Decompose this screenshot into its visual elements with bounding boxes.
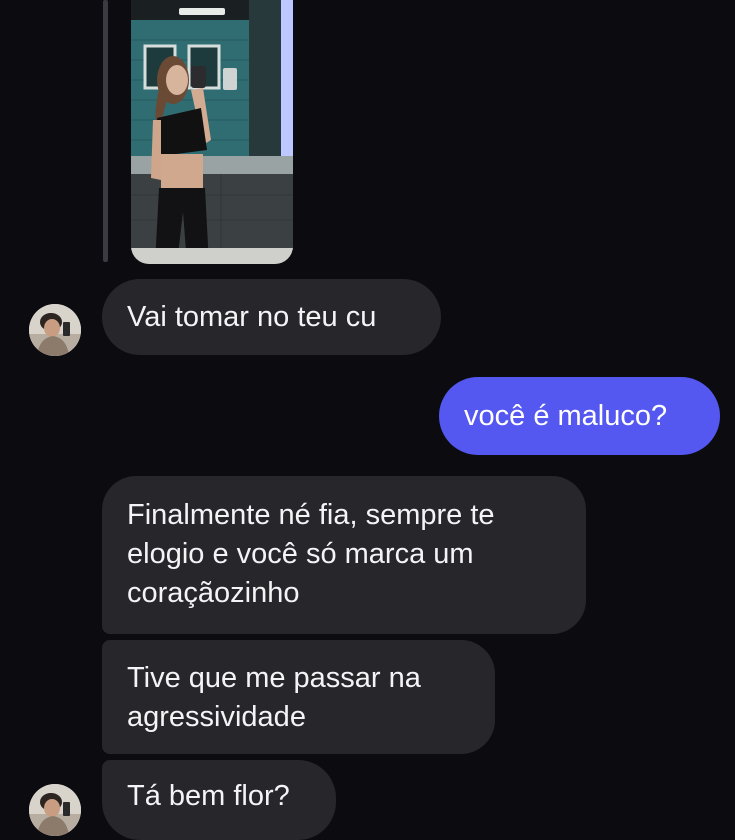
message-bubble-incoming[interactable]: Tá bem flor? — [102, 760, 336, 840]
contact-avatar[interactable] — [29, 304, 81, 356]
chat-thread: Vai tomar no teu cu você é maluco? Final… — [0, 0, 735, 840]
message-text: Tá bem flor? — [127, 780, 290, 812]
shared-photo[interactable] — [131, 0, 293, 264]
avatar-image — [29, 784, 81, 836]
message-bubble-outgoing[interactable]: você é maluco? — [439, 377, 720, 455]
reply-quote-bar — [103, 0, 108, 262]
message-text: você é maluco? — [464, 400, 668, 432]
message-bubble-incoming[interactable]: Finalmente né fia, sempre te elogio e vo… — [102, 476, 586, 634]
message-text-line: Finalmente né fia, sempre te — [127, 499, 495, 531]
message-bubble-incoming[interactable]: Vai tomar no teu cu — [102, 279, 441, 355]
message-text-line: elogio e você só marca um — [127, 538, 474, 570]
message-text: Vai tomar no teu cu — [127, 301, 377, 333]
message-text-line: agressividade — [127, 701, 306, 733]
message-bubble-incoming[interactable]: Tive que me passar na agressividade — [102, 640, 495, 754]
message-text-line: coraçãozinho — [127, 577, 300, 609]
contact-avatar[interactable] — [29, 784, 81, 836]
avatar-image — [29, 304, 81, 356]
shared-photo-image — [131, 0, 293, 264]
message-text-line: Tive que me passar na — [127, 662, 421, 694]
